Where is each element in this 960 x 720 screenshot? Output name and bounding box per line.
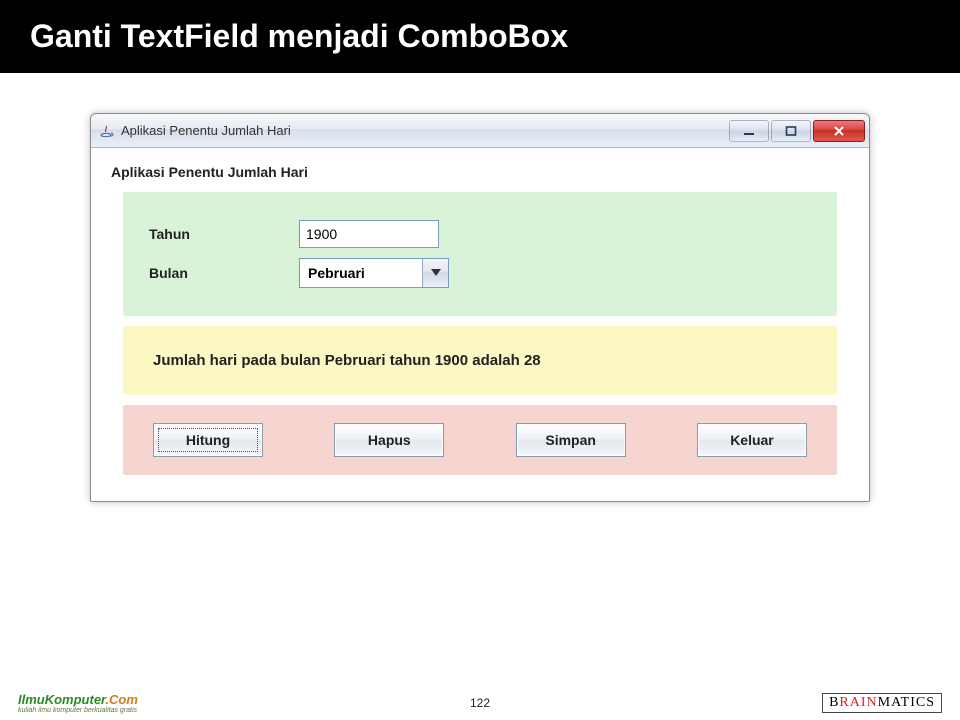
hitung-button[interactable]: Hitung [153,423,263,457]
brainmatics-logo: BRAINMATICS [822,693,942,713]
hapus-button[interactable]: Hapus [334,423,444,457]
logo-right-pre: B [829,695,839,710]
minimize-button[interactable] [729,120,769,142]
close-button[interactable] [813,120,865,142]
groupbox-title: Aplikasi Penentu Jumlah Hari [111,164,851,180]
window-controls [727,120,865,142]
ilmukomputer-logo: IlmuKomputer.Com kuliah ilmu komputer be… [18,692,138,714]
logo-text-b: .Com [105,692,138,707]
window-title: Aplikasi Penentu Jumlah Hari [121,123,727,138]
keluar-button[interactable]: Keluar [697,423,807,457]
maximize-button[interactable] [771,120,811,142]
window-titlebar[interactable]: Aplikasi Penentu Jumlah Hari [91,114,869,148]
tahun-label: Tahun [149,226,299,242]
button-panel: Hitung Hapus Simpan Keluar [123,405,837,475]
java-cup-icon [99,123,115,139]
bulan-combobox[interactable]: Pebruari [299,258,449,288]
row-bulan: Bulan Pebruari [149,258,811,288]
combobox-dropdown-button[interactable] [422,259,448,287]
button-row: Hitung Hapus Simpan Keluar [153,423,807,457]
result-panel: Jumlah hari pada bulan Pebruari tahun 19… [123,326,837,395]
result-text: Jumlah hari pada bulan Pebruari tahun 19… [149,344,811,377]
window-client: Aplikasi Penentu Jumlah Hari Tahun Bulan… [91,148,869,501]
logo-right-post: MATICS [878,695,935,710]
logo-text-a: IlmuKomputer [18,692,105,707]
app-window: Aplikasi Penentu Jumlah Hari Aplikasi Pe… [90,113,870,502]
chevron-down-icon [431,269,441,277]
simpan-button[interactable]: Simpan [516,423,626,457]
bulan-combobox-value: Pebruari [300,259,422,287]
row-tahun: Tahun [149,220,811,248]
slide-content: Aplikasi Penentu Jumlah Hari Aplikasi Pe… [0,73,960,522]
page-number: 122 [470,696,490,710]
logo-tagline: kuliah ilmu komputer berkualitas gratis [18,707,138,714]
input-panel: Tahun Bulan Pebruari [123,192,837,316]
slide-title: Ganti TextField menjadi ComboBox [0,0,960,73]
slide-footer: IlmuKomputer.Com kuliah ilmu komputer be… [0,692,960,714]
tahun-input[interactable] [299,220,439,248]
bulan-label: Bulan [149,265,299,281]
logo-right-accent: RAIN [839,695,877,710]
